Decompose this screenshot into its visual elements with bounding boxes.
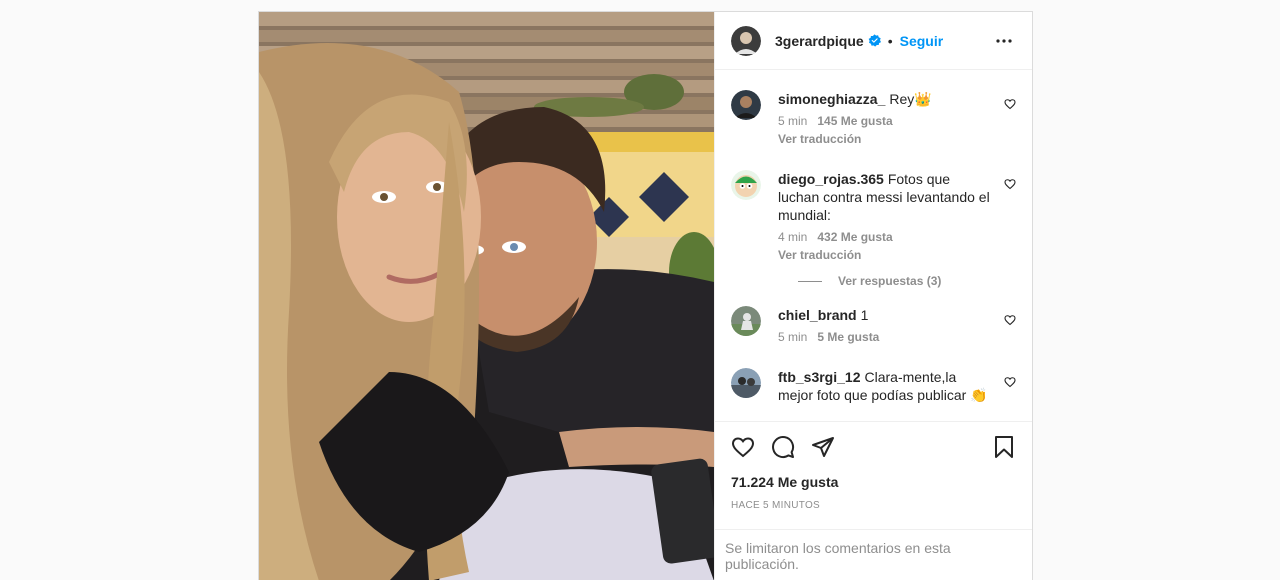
author-username[interactable]: 3gerardpique — [775, 33, 864, 49]
comment-item: simoneghiazza_ Rey👑 5 min 145 Me gusta Ver… — [731, 90, 1016, 148]
translate-link[interactable]: Ver traducción — [778, 246, 992, 264]
post-actions-section: 71.224 Me gusta HACE 5 MINUTOS Se limita… — [715, 421, 1032, 580]
comment-likes[interactable]: 145 Me gusta — [817, 114, 892, 128]
comment-icon — [772, 436, 795, 458]
post-dialog: 3gerardpique • Seguir simoneghiazza_ Rey… — [258, 11, 1033, 580]
comment-item: diego_rojas.365 Fotos que luchan contra m… — [731, 170, 1016, 264]
translate-link[interactable]: Ver traducción — [778, 130, 992, 148]
comments-list[interactable]: simoneghiazza_ Rey👑 5 min 145 Me gusta Ver… — [715, 70, 1032, 421]
share-button[interactable] — [811, 435, 835, 459]
comment-item: chiel_brand 1 5 min 5 Me gusta — [731, 306, 1016, 344]
commenter-avatar[interactable] — [731, 368, 761, 398]
comment-item: ftb_s3rgi_12 Clara-mente,la mejor foto qu… — [731, 368, 1016, 404]
comment-username[interactable]: diego_rojas.365 — [778, 171, 884, 187]
like-button[interactable] — [731, 435, 755, 459]
header-separator: • — [887, 32, 893, 49]
view-replies-button[interactable]: Ver respuestas (3) — [781, 274, 1016, 288]
heart-icon[interactable] — [1004, 313, 1016, 331]
comment-username[interactable]: ftb_s3rgi_12 — [778, 369, 860, 385]
comment-time[interactable]: 4 min — [778, 230, 807, 244]
save-button[interactable] — [992, 435, 1016, 459]
action-bar — [715, 422, 1032, 472]
post-header: 3gerardpique • Seguir — [715, 12, 1032, 70]
comment-text: Rey👑 — [889, 91, 932, 107]
comment-text: 1 — [860, 307, 869, 323]
verified-badge-icon — [868, 34, 881, 47]
share-icon — [812, 437, 834, 457]
author-avatar[interactable] — [731, 25, 761, 56]
comment-username[interactable]: simoneghiazza_ — [778, 91, 885, 107]
heart-icon[interactable] — [1004, 375, 1016, 393]
commenter-avatar[interactable] — [731, 90, 761, 120]
heart-icon — [731, 437, 755, 458]
post-photo-image — [259, 12, 714, 580]
comments-limited-notice: Se limitaron los comentarios en esta pub… — [715, 529, 1032, 580]
comment-likes[interactable]: 5 Me gusta — [817, 330, 879, 344]
replies-divider — [798, 280, 822, 282]
post-timestamp[interactable]: HACE 5 MINUTOS — [715, 490, 1032, 529]
commenter-avatar[interactable] — [731, 306, 761, 336]
post-photo[interactable] — [259, 12, 714, 580]
comment-likes[interactable]: 432 Me gusta — [817, 230, 892, 244]
follow-button[interactable]: Seguir — [900, 33, 944, 49]
post-side-panel: 3gerardpique • Seguir simoneghiazza_ Rey… — [714, 12, 1032, 580]
commenter-avatar[interactable] — [731, 170, 761, 200]
likes-count[interactable]: 71.224 Me gusta — [715, 472, 1032, 490]
heart-icon[interactable] — [1004, 177, 1016, 195]
comment-username[interactable]: chiel_brand — [778, 307, 857, 323]
view-replies-label: Ver respuestas (3) — [838, 274, 942, 288]
comment-button[interactable] — [771, 435, 795, 459]
heart-icon[interactable] — [1004, 97, 1016, 115]
bookmark-icon — [995, 436, 1013, 458]
comment-time[interactable]: 5 min — [778, 330, 807, 344]
comment-time[interactable]: 5 min — [778, 114, 807, 128]
more-options-icon[interactable] — [992, 29, 1016, 53]
